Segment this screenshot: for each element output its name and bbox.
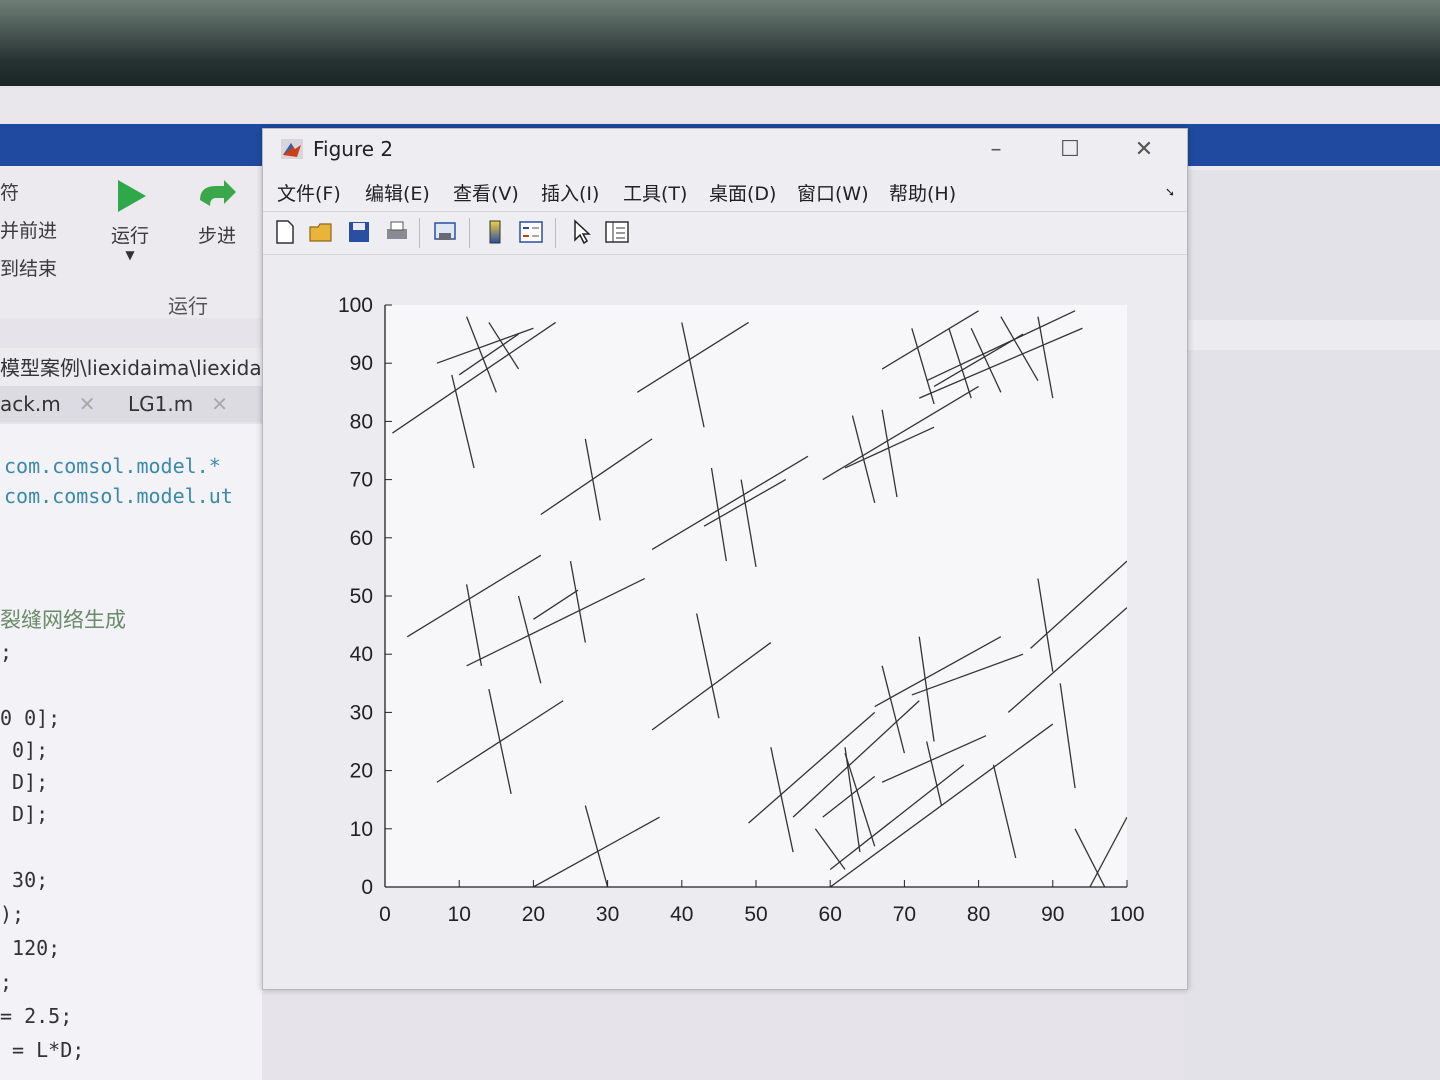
colorbar-icon[interactable] — [481, 218, 509, 246]
maximize-button[interactable]: ☐ — [1055, 137, 1085, 162]
legend-icon[interactable] — [517, 218, 545, 246]
minimize-button[interactable]: – — [981, 137, 1011, 162]
y-tick-label: 20 — [350, 760, 373, 783]
ribbon-label[interactable]: 符 — [0, 178, 19, 205]
x-tick-label: 20 — [522, 903, 545, 926]
x-tick-label: 50 — [744, 903, 767, 926]
code-line: D]; — [0, 770, 49, 794]
current-path[interactable]: 模型案例\liexidaima\liexida — [0, 348, 262, 388]
menu-view[interactable]: 查看(V) — [453, 179, 519, 206]
menu-desktop[interactable]: 桌面(D) — [709, 179, 776, 206]
code-line: 裂缝网络生成 — [0, 608, 126, 632]
x-tick-label: 100 — [1109, 903, 1144, 926]
y-tick-label: 0 — [361, 876, 373, 899]
y-tick-label: 50 — [350, 585, 373, 608]
plot-area[interactable]: 0 10 20 30 40 50 60 70 80 90 100 0 10 20 30 40 50 60 70 80 9… — [263, 255, 1187, 989]
property-editor-icon[interactable] — [603, 218, 631, 246]
toolbar-separator — [469, 218, 470, 248]
x-tick-label: 80 — [967, 903, 990, 926]
menu-window[interactable]: 窗口(W) — [797, 179, 869, 206]
ribbon-label[interactable]: 到结束 — [0, 254, 57, 281]
code-line: ); — [0, 902, 25, 926]
code-line: = 2.5; — [0, 1004, 73, 1028]
step-button-label: 步进 — [197, 225, 236, 247]
right-panel-bar — [1184, 320, 1440, 350]
y-tick-label: 70 — [350, 469, 373, 492]
dock-arrow-icon[interactable]: ➘ — [1165, 185, 1175, 199]
code-line: ; — [0, 640, 13, 664]
y-tick-label: 90 — [350, 352, 373, 375]
dropdown-arrow-icon[interactable]: ▼ — [95, 248, 165, 262]
open-folder-icon[interactable] — [307, 218, 335, 246]
editor-tab[interactable]: ack.m ✕ — [0, 388, 95, 420]
figure-menubar: 文件(F) 编辑(E) 查看(V) 插入(I) 工具(T) 桌面(D) 窗口(W… — [263, 175, 1187, 211]
y-tick-label: 100 — [338, 294, 373, 317]
figure-toolbar — [263, 211, 1187, 255]
close-icon[interactable]: ✕ — [211, 392, 228, 416]
x-tick-label: 60 — [819, 903, 842, 926]
right-panel — [1184, 170, 1440, 1080]
menu-insert[interactable]: 插入(I) — [541, 179, 599, 206]
x-tick-label: 40 — [670, 903, 693, 926]
code-line: com.comsol.model.ut — [4, 484, 233, 508]
menu-edit[interactable]: 编辑(E) — [365, 179, 430, 206]
code-line: ; — [0, 970, 13, 994]
step-icon — [200, 180, 236, 206]
step-button[interactable]: 步进 — [182, 176, 252, 248]
print-preview-icon[interactable] — [431, 218, 459, 246]
run-button-label: 运行 — [110, 225, 149, 247]
ribbon-section-label: 运行 — [168, 294, 208, 318]
code-line: 0 0]; — [0, 706, 61, 730]
code-line: 0]; — [0, 738, 49, 762]
y-tick-label: 60 — [350, 527, 373, 550]
editor-tab[interactable]: LG1.m ✕ — [128, 388, 228, 420]
monitor-bezel — [0, 0, 1440, 88]
tab-label: ack.m — [0, 392, 61, 416]
matlab-logo-icon — [281, 139, 303, 159]
y-tick-label: 80 — [350, 410, 373, 433]
tab-label: LG1.m — [128, 392, 194, 416]
toolbar-separator — [419, 218, 420, 248]
x-tick-label: 10 — [448, 903, 471, 926]
ribbon-label[interactable]: 并前进 — [0, 216, 57, 243]
print-icon[interactable] — [383, 218, 411, 246]
editor-tabs: ack.m ✕ LG1.m ✕ — [0, 386, 262, 422]
pointer-icon[interactable] — [567, 218, 595, 246]
menu-help[interactable]: 帮助(H) — [889, 179, 956, 206]
close-button[interactable]: ✕ — [1129, 137, 1159, 162]
code-line: = L*D; — [0, 1038, 85, 1062]
code-line: D]; — [0, 802, 49, 826]
y-tick-label: 30 — [350, 701, 373, 724]
x-tick-label: 90 — [1041, 903, 1064, 926]
run-icon — [118, 180, 146, 212]
code-editor[interactable]: com.comsol.model.* com.comsol.model.ut 裂… — [0, 424, 262, 1080]
x-tick-label: 0 — [379, 903, 391, 926]
menu-tools[interactable]: 工具(T) — [623, 179, 687, 206]
figure-window[interactable]: Figure 2 – ☐ ✕ 文件(F) 编辑(E) 查看(V) 插入(I) 工… — [262, 128, 1188, 990]
close-icon[interactable]: ✕ — [79, 392, 96, 416]
figure-titlebar[interactable]: Figure 2 – ☐ ✕ — [263, 129, 1187, 173]
code-line: com.comsol.model.* — [4, 454, 221, 478]
toolbar-separator — [555, 218, 556, 248]
line-plot[interactable]: 0 10 20 30 40 50 60 70 80 90 100 0 10 20 30 40 50 60 70 80 9… — [263, 255, 1187, 989]
code-line: 120; — [0, 936, 61, 960]
figure-title: Figure 2 — [313, 137, 394, 161]
run-button[interactable]: 运行 ▼ — [95, 176, 165, 262]
x-tick-label: 30 — [596, 903, 619, 926]
save-icon[interactable] — [345, 218, 373, 246]
new-file-icon[interactable] — [271, 218, 299, 246]
code-line: 30; — [0, 868, 49, 892]
y-tick-label: 40 — [350, 643, 373, 666]
y-tick-label: 10 — [350, 818, 373, 841]
x-tick-label: 70 — [893, 903, 916, 926]
menu-file[interactable]: 文件(F) — [277, 179, 341, 206]
matlab-titlebar — [0, 88, 1440, 124]
